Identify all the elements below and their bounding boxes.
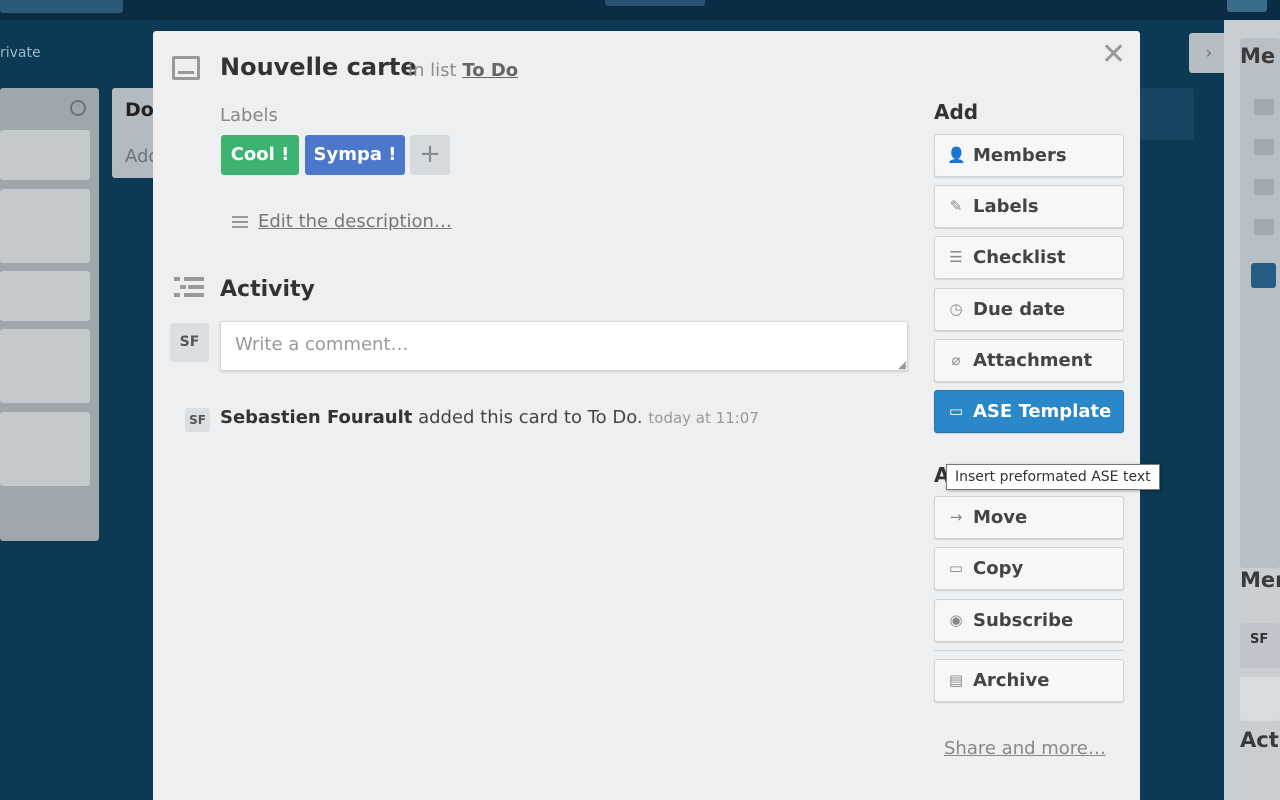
sidebar-toggle-button[interactable]: › bbox=[1189, 33, 1229, 73]
member-avatar[interactable]: SF bbox=[1240, 623, 1280, 668]
activity-user[interactable]: Sebastien Fourault bbox=[220, 407, 412, 428]
activity-heading: Activity bbox=[220, 277, 315, 302]
activity-heading: Acti bbox=[1240, 728, 1280, 752]
list-card[interactable] bbox=[0, 130, 90, 180]
list-card[interactable] bbox=[0, 412, 90, 486]
board-sidebar: Me Mer SF Acti SF bbox=[1224, 20, 1280, 800]
checklist-icon: ☰ bbox=[949, 248, 963, 266]
label-cool[interactable]: Cool ! bbox=[221, 135, 299, 175]
list-card[interactable] bbox=[0, 329, 90, 403]
board-list: ◦ bbox=[0, 88, 99, 541]
sidebar-heading: Me bbox=[1240, 44, 1276, 68]
share-and-more-link[interactable]: Share and more… bbox=[944, 738, 1106, 759]
search-box[interactable] bbox=[0, 0, 123, 13]
resize-handle-icon[interactable]: ◢ bbox=[898, 360, 906, 371]
checklist-button[interactable]: ☰ Checklist bbox=[934, 236, 1124, 279]
paperclip-icon: ⌀ bbox=[951, 351, 961, 369]
list-card[interactable] bbox=[0, 271, 90, 321]
move-button[interactable]: → Move bbox=[934, 496, 1124, 539]
activity-action: added this card to To Do. bbox=[418, 407, 643, 428]
list-placeholder bbox=[1140, 88, 1194, 140]
card-icon: ▭ bbox=[948, 559, 964, 577]
list-card[interactable] bbox=[0, 189, 90, 263]
members-button[interactable]: 👤 Members bbox=[934, 134, 1124, 177]
activity-time[interactable]: today at 11:07 bbox=[648, 409, 759, 427]
trello-logo bbox=[605, 0, 705, 6]
bell-icon[interactable] bbox=[1254, 99, 1274, 115]
labels-button[interactable]: ✎ Labels bbox=[934, 185, 1124, 228]
filter-icon[interactable] bbox=[1254, 179, 1274, 195]
person-icon: 👤 bbox=[947, 146, 966, 164]
board-visibility[interactable]: rivate bbox=[0, 45, 41, 61]
color-swatch[interactable] bbox=[1251, 263, 1276, 288]
header-menu-button[interactable] bbox=[1227, 0, 1267, 12]
card-icon bbox=[172, 56, 200, 80]
tag-icon: ✎ bbox=[949, 197, 963, 215]
card-list-info: in list To Do bbox=[408, 60, 518, 81]
arrow-right-icon: → bbox=[949, 508, 963, 526]
description-icon bbox=[232, 216, 248, 231]
sidebar-panel bbox=[1240, 38, 1280, 568]
in-list-prefix: in list bbox=[408, 60, 457, 81]
board-list-todo: Do Add bbox=[112, 88, 160, 178]
eye-icon: ◉ bbox=[949, 611, 963, 629]
clock-icon: ◷ bbox=[949, 300, 963, 318]
add-member-button[interactable] bbox=[1240, 677, 1280, 721]
comment-input[interactable] bbox=[220, 321, 908, 371]
top-header bbox=[0, 0, 1280, 20]
stickers-icon[interactable] bbox=[1254, 219, 1274, 235]
edit-description-link[interactable]: Edit the description… bbox=[258, 211, 452, 232]
labels-heading: Labels bbox=[220, 105, 278, 126]
label-sympa[interactable]: Sympa ! bbox=[305, 135, 405, 175]
members-heading: Mer bbox=[1240, 568, 1280, 592]
activity-icon bbox=[174, 277, 204, 301]
close-icon[interactable]: ✕ bbox=[1101, 40, 1126, 70]
activity-avatar[interactable]: SF bbox=[185, 408, 210, 432]
palette-icon[interactable] bbox=[1254, 139, 1274, 155]
ase-template-button[interactable]: ▭ ASE Template bbox=[934, 390, 1124, 433]
card-title[interactable]: Nouvelle carte bbox=[220, 53, 417, 81]
attachment-button[interactable]: ⌀ Attachment bbox=[934, 339, 1124, 382]
list-title[interactable]: Do bbox=[125, 99, 154, 121]
current-user-avatar[interactable]: SF bbox=[170, 323, 209, 362]
add-label-button[interactable]: + bbox=[410, 135, 450, 175]
card-detail-modal: Nouvelle carte in list To Do ✕ Labels Co… bbox=[153, 31, 1140, 800]
due-date-button[interactable]: ◷ Due date bbox=[934, 288, 1124, 331]
copy-button[interactable]: ▭ Copy bbox=[934, 547, 1124, 590]
activity-entry: Sebastien Fourault added this card to To… bbox=[220, 407, 759, 428]
subscribe-button[interactable]: ◉ Subscribe bbox=[934, 599, 1124, 642]
ase-template-tooltip: Insert preformated ASE text bbox=[946, 464, 1160, 490]
list-link[interactable]: To Do bbox=[462, 60, 518, 81]
archive-icon: ▤ bbox=[948, 671, 964, 689]
card-icon: ▭ bbox=[948, 402, 964, 420]
add-heading: Add bbox=[934, 100, 979, 124]
divider bbox=[934, 650, 1124, 651]
archive-button[interactable]: ▤ Archive bbox=[934, 659, 1124, 702]
list-menu-icon[interactable]: ◦ bbox=[70, 100, 86, 116]
